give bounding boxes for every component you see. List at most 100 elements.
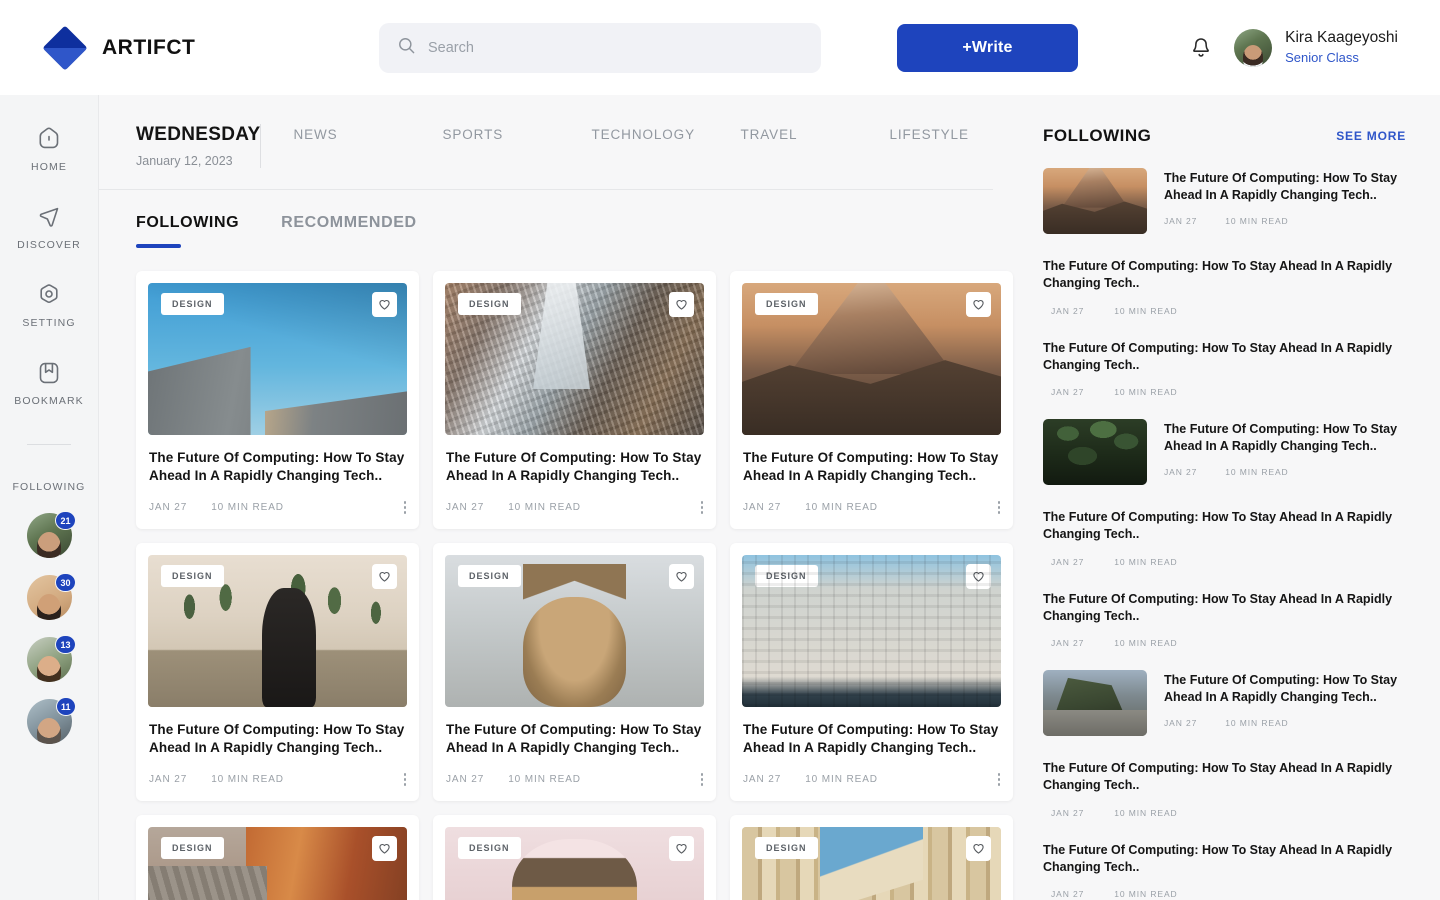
avatar: [1234, 28, 1273, 67]
user-name: Kira Kaageyoshi: [1285, 29, 1398, 47]
following-avatar[interactable]: 13: [26, 635, 76, 682]
sidebar-item-discover[interactable]: DISCOVER: [0, 204, 99, 251]
favorite-heart-icon[interactable]: [669, 835, 694, 861]
card-title: The Future Of Computing: How To Stay Ahe…: [446, 450, 702, 484]
category-badge: DESIGN: [755, 293, 818, 315]
tab-recommended[interactable]: RECOMMENDED: [281, 214, 417, 248]
favorite-heart-icon[interactable]: [966, 292, 991, 317]
card-meta: JAN 27 10 MIN READ: [743, 501, 1000, 529]
card-title: The Future Of Computing: How To Stay Ahe…: [743, 450, 999, 484]
write-button[interactable]: +Write: [897, 23, 1078, 72]
user-area: Kira Kaageyoshi Senior Class: [1190, 28, 1440, 67]
category-news[interactable]: NEWS: [293, 127, 442, 142]
category-sports[interactable]: SPORTS: [442, 127, 591, 142]
card-title: The Future Of Computing: How To Stay Ahe…: [743, 721, 999, 756]
following-avatar[interactable]: 30: [26, 573, 76, 620]
item-title: The Future Of Computing: How To Stay Ahe…: [1043, 340, 1393, 372]
article-card[interactable]: DESIGN: [136, 814, 419, 900]
home-icon: [36, 126, 62, 152]
article-card[interactable]: DESIGN: [730, 814, 1013, 900]
article-card[interactable]: DESIGN The Future Of Computing: How To S…: [433, 271, 716, 529]
item-title: The Future Of Computing: How To Stay Ahe…: [1164, 422, 1398, 453]
sidebar-following-label: FOLLOWING: [12, 481, 86, 493]
following-list-item[interactable]: The Future Of Computing: How To Stay Ahe…: [1043, 591, 1440, 649]
favorite-heart-icon[interactable]: [372, 292, 397, 317]
more-options-icon[interactable]: [700, 773, 703, 786]
following-list-item[interactable]: The Future Of Computing: How To Stay Ahe…: [1043, 509, 1440, 567]
more-options-icon[interactable]: [403, 773, 406, 786]
article-card[interactable]: DESIGN The Future Of Computing: How To S…: [730, 542, 1013, 801]
tab-following[interactable]: FOLLOWING: [136, 214, 239, 248]
sidebar-item-label: BOOKMARK: [14, 395, 84, 407]
category-badge: DESIGN: [458, 293, 521, 315]
sidebar-item-setting[interactable]: SETTING: [0, 282, 99, 329]
item-title: The Future Of Computing: How To Stay Ahe…: [1043, 510, 1393, 542]
following-featured-item[interactable]: The Future Of Computing: How To Stay Ahe…: [1043, 670, 1440, 736]
card-read-time: 10 MIN READ: [805, 502, 878, 514]
sidebar-item-label: SETTING: [22, 317, 76, 329]
following-list-item[interactable]: The Future Of Computing: How To Stay Ahe…: [1043, 258, 1440, 316]
search-bar[interactable]: [379, 22, 821, 73]
card-date: JAN 27: [149, 502, 188, 514]
card-meta: JAN 27 10 MIN READ: [743, 773, 1000, 801]
see-more-link[interactable]: SEE MORE: [1336, 129, 1406, 143]
item-title: The Future Of Computing: How To Stay Ahe…: [1164, 171, 1398, 202]
article-card[interactable]: DESIGN The Future Of Computing: How To S…: [433, 542, 716, 801]
brand-logo[interactable]: ARTIFCT: [0, 25, 340, 71]
favorite-heart-icon[interactable]: [372, 835, 397, 861]
following-list-item[interactable]: The Future Of Computing: How To Stay Ahe…: [1043, 760, 1440, 818]
search-icon: [397, 36, 416, 60]
sidebar-item-bookmark[interactable]: BOOKMARK: [0, 360, 99, 407]
right-panel-header: FOLLOWING SEE MORE: [1043, 126, 1440, 146]
category-lifestyle[interactable]: LIFESTYLE: [889, 127, 1016, 142]
more-options-icon[interactable]: [403, 501, 406, 514]
article-card[interactable]: DESIGN The Future Of Computing: How To S…: [136, 542, 419, 801]
category-travel[interactable]: TRAVEL: [740, 127, 889, 142]
favorite-heart-icon[interactable]: [966, 563, 991, 589]
article-card-grid: DESIGN The Future Of Computing: How To S…: [99, 248, 1016, 900]
more-options-icon[interactable]: [997, 773, 1000, 786]
card-meta: JAN 27 10 MIN READ: [149, 773, 406, 801]
card-image: DESIGN: [148, 826, 407, 900]
favorite-heart-icon[interactable]: [669, 292, 694, 317]
item-title: The Future Of Computing: How To Stay Ahe…: [1043, 761, 1393, 793]
more-options-icon[interactable]: [997, 501, 1000, 514]
user-profile-chip[interactable]: Kira Kaageyoshi Senior Class: [1234, 28, 1398, 67]
search-input[interactable]: [428, 39, 803, 56]
main-content: WEDNESDAY January 12, 2023 NEWS SPORTS T…: [99, 95, 1016, 900]
following-avatar[interactable]: 21: [26, 511, 76, 558]
following-avatar[interactable]: 11: [26, 697, 76, 744]
card-date: JAN 27: [446, 774, 485, 786]
item-read-time: 10 MIN READ: [1225, 215, 1289, 226]
favorite-heart-icon[interactable]: [372, 563, 397, 589]
category-technology[interactable]: TECHNOLOGY: [591, 127, 740, 142]
following-list-item[interactable]: The Future Of Computing: How To Stay Ahe…: [1043, 340, 1440, 398]
article-card[interactable]: DESIGN The Future Of Computing: How To S…: [136, 271, 419, 529]
item-date: JAN 27: [1164, 215, 1198, 226]
card-read-time: 10 MIN READ: [508, 774, 581, 786]
card-date: JAN 27: [743, 502, 782, 514]
favorite-heart-icon[interactable]: [966, 835, 991, 861]
card-read-time: 10 MIN READ: [508, 502, 581, 514]
card-meta: JAN 27 10 MIN READ: [149, 501, 406, 529]
card-image: DESIGN: [742, 554, 1001, 707]
article-card[interactable]: DESIGN The Future Of Computing: How To S…: [730, 271, 1013, 529]
following-list-item[interactable]: The Future Of Computing: How To Stay Ahe…: [1043, 842, 1440, 900]
feed-tabs: FOLLOWING RECOMMENDED: [99, 190, 1016, 248]
bell-icon[interactable]: [1190, 36, 1212, 60]
sidebar-item-home[interactable]: HOME: [0, 126, 99, 173]
following-featured-item[interactable]: The Future Of Computing: How To Stay Ahe…: [1043, 419, 1440, 485]
more-options-icon[interactable]: [700, 501, 703, 514]
card-date: JAN 27: [743, 774, 782, 786]
favorite-heart-icon[interactable]: [669, 563, 694, 589]
article-card[interactable]: DESIGN: [433, 814, 716, 900]
card-title: The Future Of Computing: How To Stay Ahe…: [149, 721, 405, 756]
avatar-badge: 21: [55, 511, 76, 530]
item-meta: JAN 27 10 MIN READ: [1043, 557, 1400, 567]
following-featured-item[interactable]: The Future Of Computing: How To Stay Ahe…: [1043, 168, 1440, 234]
card-read-time: 10 MIN READ: [211, 502, 284, 514]
card-meta: JAN 27 10 MIN READ: [446, 773, 703, 801]
item-read-time: 10 MIN READ: [1114, 807, 1178, 818]
category-badge: DESIGN: [161, 836, 224, 859]
sidebar-following-avatars: 21 30 13 11: [26, 511, 76, 744]
